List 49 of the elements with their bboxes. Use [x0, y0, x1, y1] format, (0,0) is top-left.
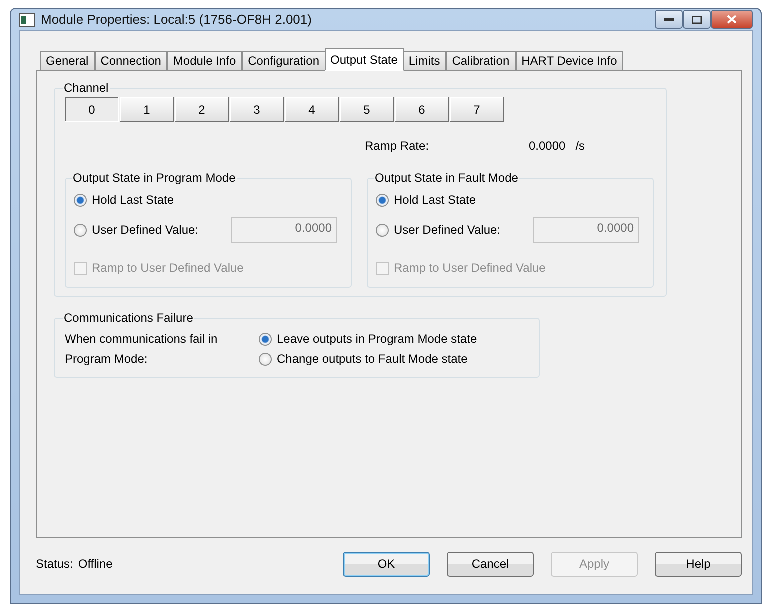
window-title: Module Properties: Local:5 (1756-OF8H 2.001): [41, 12, 313, 27]
channel-button[interactable]: 3: [230, 97, 284, 122]
ramp-rate-value: 0.0000: [529, 139, 566, 153]
dialog-button[interactable]: Cancel: [447, 552, 534, 576]
dialog-button[interactable]: OK: [343, 552, 430, 576]
channel-button[interactable]: 4: [285, 97, 339, 122]
maximize-button[interactable]: [683, 10, 711, 29]
tab[interactable]: Connection: [94, 51, 168, 71]
close-button[interactable]: [711, 10, 753, 29]
option-label: User Defined Value:: [92, 223, 198, 237]
channel-button[interactable]: 2: [175, 97, 229, 122]
ramp-rate-label: Ramp Rate:: [365, 139, 430, 153]
status-value: Offline: [78, 557, 114, 571]
channel-button[interactable]: 6: [395, 97, 449, 122]
close-icon: [727, 15, 737, 24]
tab[interactable]: Module Info: [167, 51, 242, 71]
option-label: Hold Last State: [394, 193, 476, 207]
minimize-button[interactable]: [655, 10, 683, 29]
checkbox-label: Ramp to User Defined Value: [394, 261, 546, 275]
minimize-icon: [664, 18, 674, 22]
tab[interactable]: HART Device Info: [516, 51, 624, 71]
dialog-button[interactable]: Help: [655, 552, 742, 576]
group-title: Output State in Fault Mode: [374, 171, 520, 185]
channel-button[interactable]: 7: [450, 97, 504, 122]
channel-button[interactable]: 1: [120, 97, 174, 122]
tab[interactable]: Calibration: [446, 51, 516, 71]
option-label: Leave outputs in Program Mode state: [277, 332, 478, 346]
tab[interactable]: Configuration: [242, 51, 326, 71]
tab[interactable]: Output State: [324, 48, 404, 71]
option-label: Change outputs to Fault Mode state: [277, 352, 468, 366]
maximize-icon: [692, 16, 702, 24]
group-title: Output State in Program Mode: [72, 171, 237, 185]
window-icon: [19, 12, 35, 26]
channel-button[interactable]: 0: [65, 97, 119, 122]
tab[interactable]: Limits: [402, 51, 446, 71]
radio-button[interactable]: [259, 352, 272, 366]
option-label: User Defined Value:: [394, 223, 500, 237]
group-title: Communications Failure: [63, 311, 194, 325]
radio-button[interactable]: [376, 194, 389, 206]
group-title: Channel: [63, 81, 110, 95]
radio-button[interactable]: [259, 332, 272, 346]
channel-button[interactable]: 5: [340, 97, 394, 122]
tab[interactable]: General: [40, 51, 95, 71]
checkbox-label: Ramp to User Defined Value: [92, 261, 244, 275]
prompt-text: When communications fail in Program Mode:: [65, 331, 219, 368]
option-label: Hold Last State: [92, 193, 174, 207]
ramp-rate-unit: /s: [576, 139, 586, 153]
radio-button[interactable]: [74, 194, 87, 206]
status-label: Status:: [36, 557, 74, 571]
